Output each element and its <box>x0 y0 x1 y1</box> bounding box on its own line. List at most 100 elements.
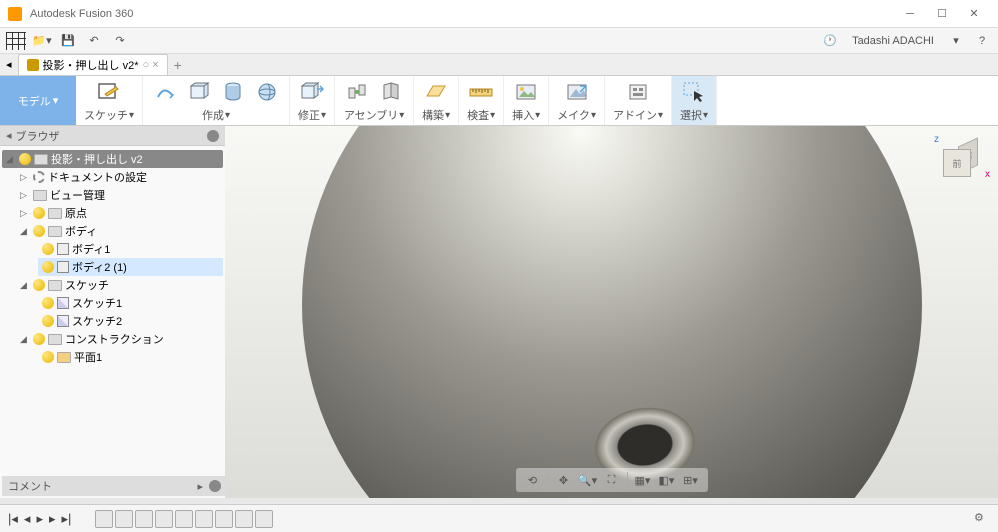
app-logo-icon <box>8 7 22 21</box>
ribbon-group-create[interactable]: 作成▾ <box>143 76 290 125</box>
modify-icon[interactable] <box>298 78 326 106</box>
browser-header[interactable]: ◂ ブラウザ <box>0 126 225 146</box>
ribbon-group-modify[interactable]: 修正▾ <box>290 76 335 125</box>
browser-tree: ◢ 投影・押し出し v2 ▷ドキュメントの設定 ▷ビュー管理 ▷原点 ◢ボディ … <box>0 146 225 498</box>
tree-node-construction[interactable]: ◢コンストラクション <box>16 330 223 348</box>
ribbon-group-make[interactable]: メイク▾ <box>549 76 605 125</box>
notifications-icon[interactable]: 🕐 <box>820 31 840 51</box>
new-tab-button[interactable]: + <box>174 57 182 73</box>
axis-x-icon: x <box>985 169 990 180</box>
browser-options-icon[interactable] <box>207 130 219 142</box>
timeline-end-button[interactable]: ▸| <box>62 511 72 527</box>
undo-button[interactable]: ↶ <box>84 31 104 51</box>
tree-node-doc-settings[interactable]: ▷ドキュメントの設定 <box>16 168 223 186</box>
ribbon-group-assemble[interactable]: アセンブリ▾ <box>335 76 414 125</box>
ribbon: モデル▾ スケッチ▾ 作成▾ 修正▾ アセンブリ▾ 構築▾ 検査▾ <box>0 76 998 126</box>
ribbon-group-inspect[interactable]: 検査▾ <box>459 76 504 125</box>
timeline-item[interactable] <box>175 510 193 528</box>
ribbon-group-select[interactable]: 選択▾ <box>672 76 717 125</box>
addins-icon[interactable] <box>624 78 652 106</box>
body-icon <box>57 261 69 273</box>
display-icon[interactable]: ▦▾ <box>632 470 654 490</box>
app-title: Autodesk Fusion 360 <box>30 8 894 20</box>
close-window-button[interactable]: ✕ <box>958 0 990 28</box>
document-icon <box>27 59 39 71</box>
timeline-prev-button[interactable]: ◂ <box>24 511 31 527</box>
timeline-settings-icon[interactable]: ⚙ <box>974 511 990 527</box>
data-panel-icon[interactable] <box>6 32 26 50</box>
cylinder-icon[interactable] <box>219 78 247 106</box>
pan-icon[interactable]: ✥ <box>553 470 575 490</box>
tree-node-sketches[interactable]: ◢スケッチ <box>16 276 223 294</box>
user-menu-chevron-icon[interactable]: ▾ <box>946 31 966 51</box>
sphere-icon[interactable] <box>253 78 281 106</box>
ribbon-group-construct[interactable]: 構築▾ <box>414 76 459 125</box>
tree-node-body1[interactable]: ボディ1 <box>38 240 223 258</box>
minimize-button[interactable]: ─ <box>894 0 926 28</box>
navigation-bar: ⟲ ✥ 🔍▾ ⛶ ▦▾ ◧▾ ⊞▾ <box>516 468 708 492</box>
maximize-button[interactable]: ☐ <box>926 0 958 28</box>
save-button[interactable]: 💾 <box>58 31 78 51</box>
asbuilt-icon[interactable] <box>377 78 405 106</box>
sketch-icon[interactable] <box>95 78 123 106</box>
revolve-icon[interactable] <box>151 78 179 106</box>
tree-node-origin[interactable]: ▷原点 <box>16 204 223 222</box>
zoom-icon[interactable]: 🔍▾ <box>577 470 599 490</box>
ribbon-group-addins[interactable]: アドイン▾ <box>605 76 672 125</box>
timeline-play-button[interactable]: ▸ <box>36 511 43 527</box>
tree-node-body2[interactable]: ボディ2 (1) <box>38 258 223 276</box>
tree-root[interactable]: ◢ 投影・押し出し v2 <box>2 150 223 168</box>
ribbon-group-sketch[interactable]: スケッチ▾ <box>76 76 143 125</box>
document-tabs: ◂ 投影・押し出し v2* ○ × + <box>0 54 998 76</box>
timeline-item[interactable] <box>155 510 173 528</box>
file-menu-button[interactable]: 📁▾ <box>32 31 52 51</box>
fit-icon[interactable]: ⛶ <box>601 470 623 490</box>
viewcube-front[interactable]: 前 <box>943 149 971 177</box>
body-icon <box>57 243 69 255</box>
tree-node-views[interactable]: ▷ビュー管理 <box>16 186 223 204</box>
plane-icon[interactable] <box>422 78 450 106</box>
comments-panel[interactable]: コメント ▸ <box>2 476 227 496</box>
document-tab[interactable]: 投影・押し出し v2* ○ × <box>18 54 168 75</box>
tree-node-plane1[interactable]: 平面1 <box>38 348 223 366</box>
make-icon[interactable] <box>563 78 591 106</box>
timeline-item[interactable] <box>195 510 213 528</box>
timeline-item[interactable] <box>235 510 253 528</box>
viewport[interactable]: z 右 前 x ⟲ ✥ 🔍▾ ⛶ ▦▾ ◧▾ ⊞▾ <box>225 126 998 498</box>
box-icon[interactable] <box>185 78 213 106</box>
comments-expand-icon[interactable]: ▸ <box>197 480 203 493</box>
redo-button[interactable]: ↷ <box>110 31 130 51</box>
user-name[interactable]: Tadashi ADACHI <box>846 35 940 47</box>
help-button[interactable]: ? <box>972 31 992 51</box>
tree-node-sketch2[interactable]: スケッチ2 <box>38 312 223 330</box>
grid-icon[interactable]: ⊞▾ <box>680 470 702 490</box>
timeline-start-button[interactable]: |◂ <box>8 511 18 527</box>
workspace-switcher[interactable]: モデル▾ <box>0 76 76 125</box>
tree-node-bodies[interactable]: ◢ボディ <box>16 222 223 240</box>
tab-nav-left-icon[interactable]: ◂ <box>6 58 12 71</box>
effects-icon[interactable]: ◧▾ <box>656 470 678 490</box>
timeline-item[interactable] <box>95 510 113 528</box>
timeline-item[interactable] <box>135 510 153 528</box>
orbit-icon[interactable]: ⟲ <box>522 470 544 490</box>
browser-panel: ◂ ブラウザ ◢ 投影・押し出し v2 ▷ドキュメントの設定 ▷ビュー管理 ▷原… <box>0 126 225 498</box>
ribbon-group-insert[interactable]: 挿入▾ <box>504 76 549 125</box>
timeline-item[interactable] <box>115 510 133 528</box>
insert-icon[interactable] <box>512 78 540 106</box>
timeline-bar: |◂ ◂ ▸ ▸ ▸| ⚙ <box>0 504 998 532</box>
timeline-item[interactable] <box>255 510 273 528</box>
measure-icon[interactable] <box>467 78 495 106</box>
select-icon[interactable] <box>680 78 708 106</box>
quick-access-toolbar: 📁▾ 💾 ↶ ↷ 🕐 Tadashi ADACHI ▾ ? <box>0 28 998 54</box>
comments-options-icon[interactable] <box>209 480 221 492</box>
timeline-next-button[interactable]: ▸ <box>49 511 56 527</box>
joint-icon[interactable] <box>343 78 371 106</box>
sketch-icon <box>57 315 69 327</box>
sketch-icon <box>57 297 69 309</box>
browser-collapse-icon[interactable]: ◂ <box>6 129 12 142</box>
tree-node-sketch1[interactable]: スケッチ1 <box>38 294 223 312</box>
tab-close-icon[interactable]: ○ × <box>143 59 159 71</box>
view-cube[interactable]: z 右 前 x <box>938 138 982 182</box>
axis-z-icon: z <box>934 134 939 145</box>
timeline-item[interactable] <box>215 510 233 528</box>
